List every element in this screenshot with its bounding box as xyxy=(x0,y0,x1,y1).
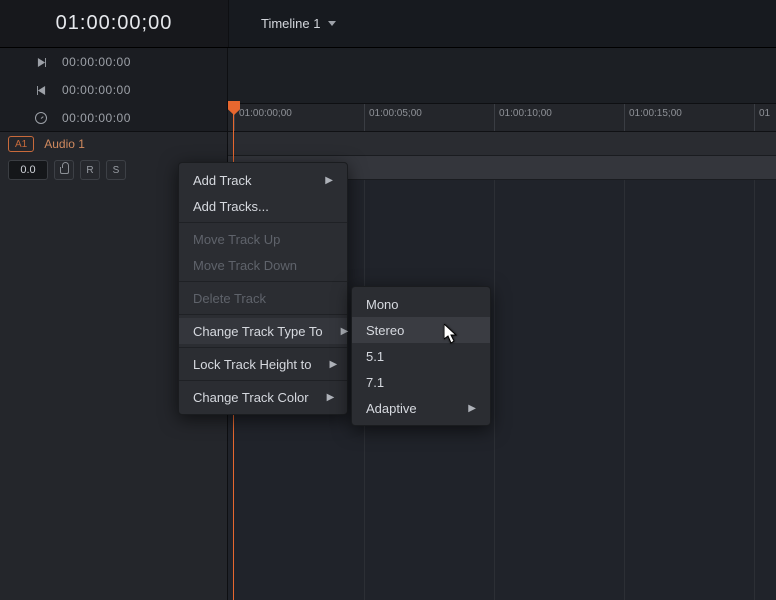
menu-delete-track: Delete Track xyxy=(179,285,347,311)
track-name[interactable]: Audio 1 xyxy=(44,137,85,151)
prev-icon xyxy=(34,86,48,95)
audio-lane[interactable] xyxy=(228,132,776,156)
ruler-tick: 01:00:00;00 xyxy=(234,104,292,131)
track-id-badge[interactable]: A1 xyxy=(8,136,34,152)
submenu-arrow-icon: ▶ xyxy=(468,403,476,414)
menu-add-track[interactable]: Add Track▶ xyxy=(179,167,347,193)
duration-timecode: 00:00:00:00 xyxy=(62,111,131,125)
lock-icon xyxy=(60,167,69,174)
track-db-input[interactable]: 0.0 xyxy=(8,160,48,180)
menu-move-track-up: Move Track Up xyxy=(179,226,347,252)
submenu-7-1[interactable]: 7.1 xyxy=(352,369,490,395)
play-timecode: 00:00:00:00 xyxy=(62,55,131,69)
submenu-arrow-icon: ▶ xyxy=(325,175,333,186)
submenu-arrow-icon: ▶ xyxy=(330,359,338,370)
submenu-arrow-icon: ▶ xyxy=(341,326,349,337)
transport-row-duration[interactable]: 00:00:00:00 xyxy=(0,104,227,132)
timeline-selector[interactable]: Timeline 1 xyxy=(261,16,336,31)
track-lock-button[interactable] xyxy=(54,160,74,180)
master-timecode-box: 01:00:00;00 xyxy=(0,0,228,47)
ruler-tick: 01:00:15;00 xyxy=(624,104,682,131)
submenu-track-type[interactable]: Mono Stereo 5.1 7.1 Adaptive▶ xyxy=(351,286,491,426)
submenu-stereo[interactable]: Stereo xyxy=(352,317,490,343)
menu-change-track-type[interactable]: Change Track Type To▶ xyxy=(179,318,347,344)
prev-timecode: 00:00:00:00 xyxy=(62,83,131,97)
submenu-mono[interactable]: Mono xyxy=(352,291,490,317)
menu-lock-track-height[interactable]: Lock Track Height to▶ xyxy=(179,351,347,377)
menu-move-track-down: Move Track Down xyxy=(179,252,347,278)
clock-icon xyxy=(34,112,48,124)
chevron-down-icon xyxy=(328,21,336,26)
menu-add-tracks[interactable]: Add Tracks... xyxy=(179,193,347,219)
transport-row-play[interactable]: 00:00:00:00 xyxy=(0,48,227,76)
submenu-arrow-icon: ▶ xyxy=(327,392,335,403)
timeline-ruler[interactable]: 01:00:00;00 01:00:05;00 01:00:10;00 01:0… xyxy=(228,104,776,132)
context-menu[interactable]: Add Track▶ Add Tracks... Move Track Up M… xyxy=(178,162,348,415)
track-record-button[interactable]: R xyxy=(80,160,100,180)
timeline-name: Timeline 1 xyxy=(261,16,320,31)
ruler-tick: 01:00:10;00 xyxy=(494,104,552,131)
master-timecode: 01:00:00;00 xyxy=(56,12,173,35)
transport-readouts: 00:00:00:00 00:00:00:00 00:00:00:00 xyxy=(0,48,227,132)
track-solo-button[interactable]: S xyxy=(106,160,126,180)
submenu-adaptive[interactable]: Adaptive▶ xyxy=(352,395,490,421)
play-icon xyxy=(34,58,48,67)
top-bar: 01:00:00;00 Timeline 1 xyxy=(0,0,776,48)
timeline-spacer xyxy=(228,48,776,104)
transport-row-prev[interactable]: 00:00:00:00 xyxy=(0,76,227,104)
ruler-tick: 01 xyxy=(754,104,770,131)
menu-change-track-color[interactable]: Change Track Color▶ xyxy=(179,384,347,410)
submenu-5-1[interactable]: 5.1 xyxy=(352,343,490,369)
ruler-tick: 01:00:05;00 xyxy=(364,104,422,131)
